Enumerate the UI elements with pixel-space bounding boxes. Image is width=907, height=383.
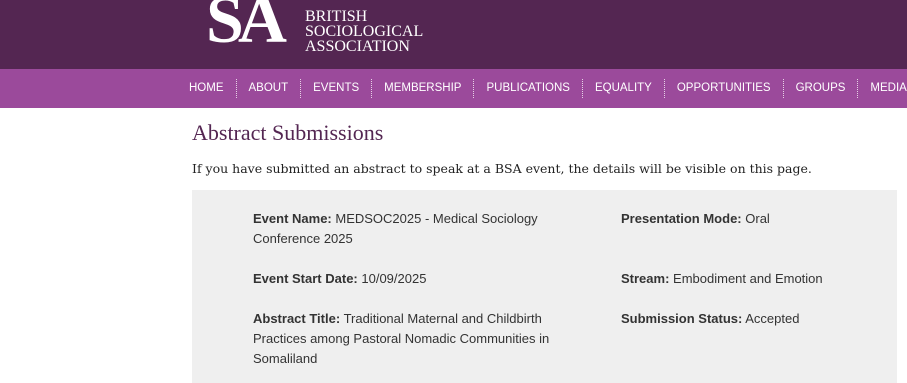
presentation-mode-value: Oral — [745, 211, 770, 226]
event-name-field: Event Name: MEDSOC2025 - Medical Sociolo… — [253, 209, 558, 249]
abstract-title-label: Abstract Title: — [253, 311, 341, 326]
stream-label: Stream: — [621, 271, 670, 286]
event-start-date-label: Event Start Date: — [253, 271, 358, 286]
submission-status-value: Accepted — [745, 311, 800, 326]
nav-item-media-centre[interactable]: MEDIA CENTRE — [857, 79, 907, 98]
nav-item-groups[interactable]: GROUPS — [782, 79, 858, 98]
nav-item-membership[interactable]: MEMBERSHIP — [371, 79, 473, 98]
logo-line-3: ASSOCIATION — [305, 38, 410, 55]
logo-line-2: SOCIOLOGICAL — [305, 23, 424, 40]
abstract-title-field: Abstract Title: Traditional Maternal and… — [253, 309, 558, 369]
submission-panel: Event Name: MEDSOC2025 - Medical Sociolo… — [192, 190, 897, 383]
bsa-logo-text[interactable]: BRITISH SOCIOLOGICAL ASSOCIATION — [305, 8, 424, 55]
event-start-date-field: Event Start Date: 10/09/2025 — [253, 269, 558, 289]
main-nav: HOME ABOUT EVENTS MEMBERSHIP PUBLICATION… — [0, 69, 907, 108]
intro-text: If you have submitted an abstract to spe… — [192, 161, 812, 176]
event-start-date-value: 10/09/2025 — [361, 271, 427, 286]
stream-field: Stream: Embodiment and Emotion — [621, 269, 891, 289]
stream-value: Embodiment and Emotion — [673, 271, 823, 286]
presentation-mode-field: Presentation Mode: Oral — [621, 209, 891, 229]
submission-status-label: Submission Status: — [621, 311, 743, 326]
nav-item-about[interactable]: ABOUT — [235, 79, 301, 98]
submission-status-field: Submission Status: Accepted — [621, 309, 891, 329]
nav-item-home[interactable]: HOME — [189, 79, 236, 98]
nav-item-publications[interactable]: PUBLICATIONS — [473, 79, 582, 98]
nav-item-opportunities[interactable]: OPPORTUNITIES — [663, 79, 783, 98]
nav-list: HOME ABOUT EVENTS MEMBERSHIP PUBLICATION… — [189, 69, 907, 108]
logo-line-1: BRITISH — [305, 8, 368, 25]
nav-item-events[interactable]: EVENTS — [300, 79, 371, 98]
bsa-logo-mark[interactable]: SA — [206, 0, 287, 53]
nav-item-equality[interactable]: EQUALITY — [581, 79, 664, 98]
site-header: SA BRITISH SOCIOLOGICAL ASSOCIATION — [0, 0, 907, 69]
presentation-mode-label: Presentation Mode: — [621, 211, 742, 226]
event-name-label: Event Name: — [253, 211, 332, 226]
page-title: Abstract Submissions — [192, 120, 384, 145]
